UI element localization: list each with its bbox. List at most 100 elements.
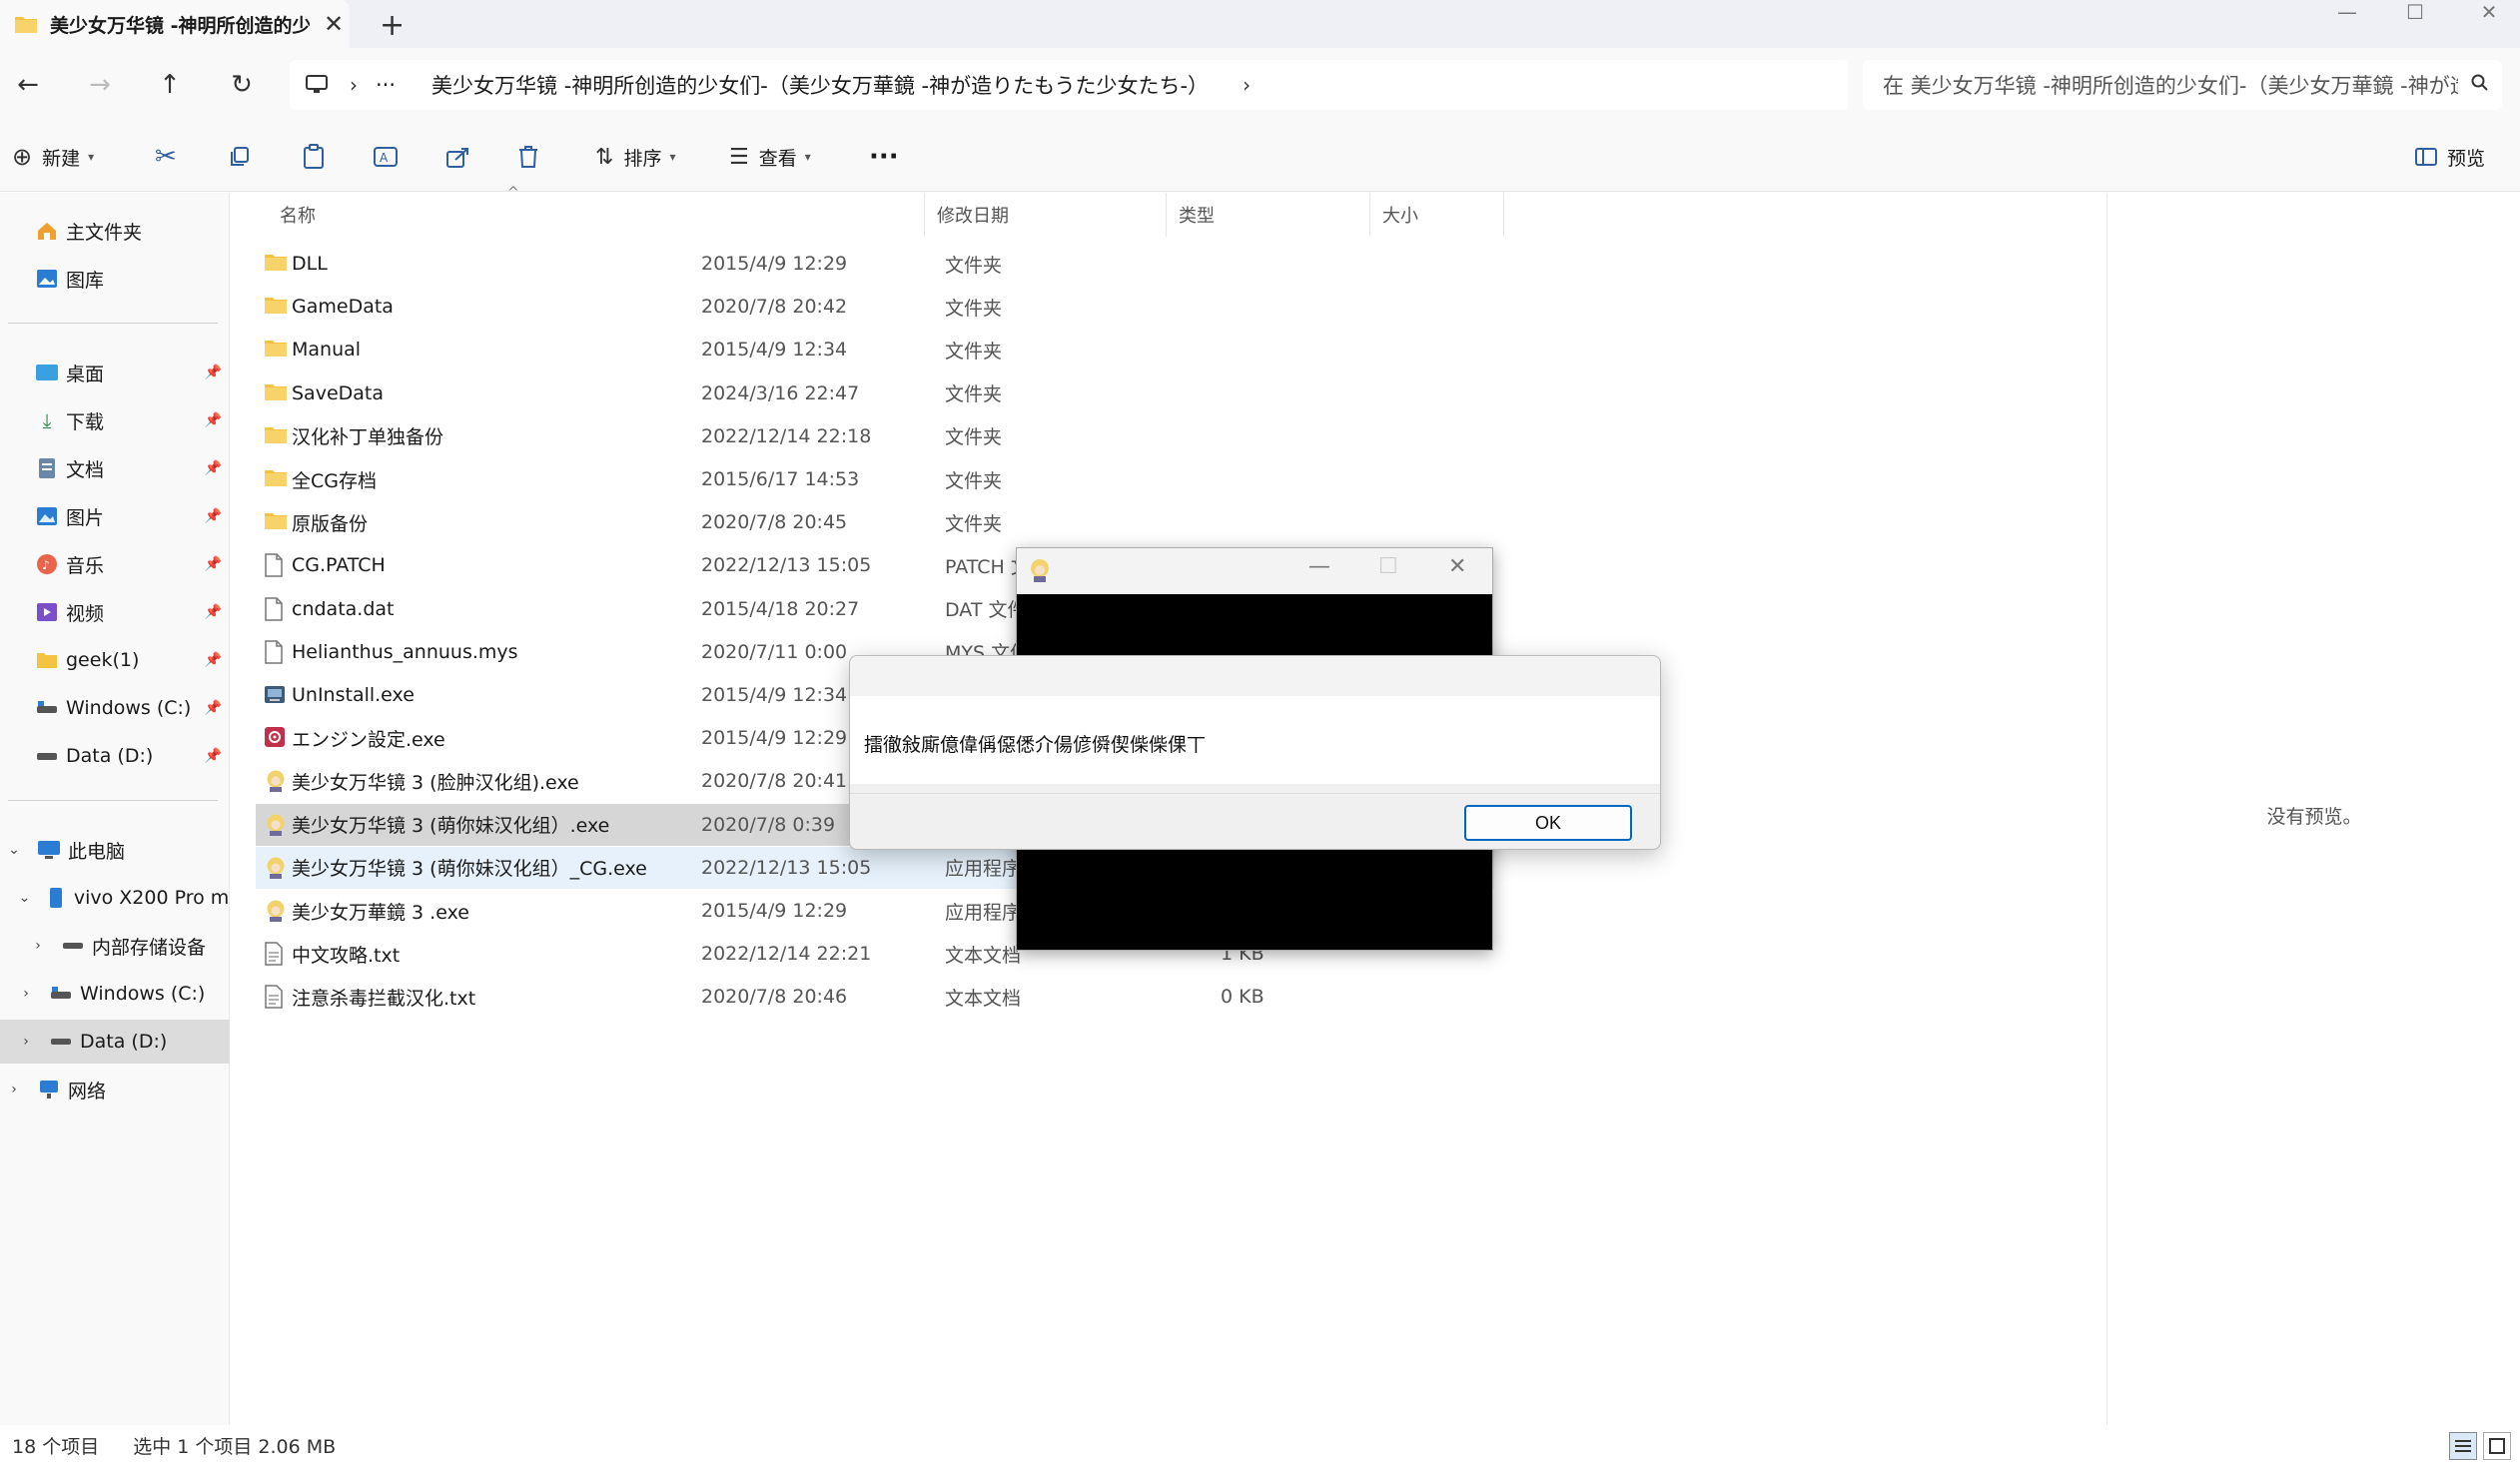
file-date: 2020/7/8 20:45 [701, 511, 848, 534]
file-date: 2022/12/14 22:21 [701, 943, 872, 966]
close-window-button[interactable]: ✕ [2469, 0, 2509, 30]
paste-button[interactable] [302, 140, 326, 174]
pin-icon[interactable]: 📌 [205, 508, 222, 524]
sidebar-item-videos[interactable]: 视频 📌 [0, 590, 230, 634]
sidebar-item-label: Data (D:) [80, 1031, 168, 1053]
ok-button[interactable]: OK [1464, 805, 1632, 841]
music-icon: ♪ [34, 553, 60, 575]
refresh-icon[interactable]: ↻ [222, 65, 262, 105]
delete-button[interactable] [517, 140, 539, 174]
file-name: CG.PATCH [292, 554, 386, 577]
new-tab-button[interactable]: + [380, 8, 405, 43]
file-row[interactable]: 汉化补丁单独备份 2022/12/14 22:18 文件夹 [256, 415, 1494, 457]
details-view-icon[interactable] [2449, 1432, 2477, 1460]
chevron-right-icon[interactable]: › [2, 1082, 26, 1098]
search-box[interactable]: 在 美少女万华镜 -神明所创造的少女们-（美少女万華鏡 -神が造 [1863, 60, 2502, 110]
column-date-label: 修改日期 [937, 206, 1009, 227]
sidebar-item-windows-c[interactable]: Windows (C:) 📌 [0, 686, 230, 730]
sidebar-item-gallery[interactable]: 图库 [0, 257, 230, 301]
pin-icon[interactable]: 📌 [205, 604, 222, 620]
forward-arrow-icon[interactable]: → [80, 65, 120, 105]
column-header-name[interactable]: 名称 ^ [268, 185, 925, 237]
column-size-label: 大小 [1382, 206, 1418, 227]
minimize-icon[interactable]: — [1308, 554, 1330, 579]
pin-icon[interactable]: 📌 [205, 365, 222, 380]
breadcrumb-current[interactable]: 美少女万华镜 -神明所创造的少女们-（美少女万華鏡 -神が造りたもうた少女たち-… [431, 70, 1209, 100]
sidebar-item-network[interactable]: › 网络 [0, 1068, 230, 1111]
sidebar-item-label: 图片 [66, 506, 105, 529]
sidebar-item-desktop[interactable]: 桌面 📌 [0, 351, 230, 394]
uninstall-icon [264, 683, 288, 707]
up-arrow-icon[interactable]: ↑ [150, 65, 190, 105]
sidebar-item-label: vivo X200 Pro mini [73, 887, 230, 909]
dialog-titlebar[interactable] [850, 656, 1660, 696]
file-row[interactable]: SaveData 2024/3/16 22:47 文件夹 [256, 372, 1494, 414]
pin-icon[interactable]: 📌 [205, 652, 222, 668]
breadcrumb-overflow[interactable]: ··· [376, 73, 396, 97]
more-options-button[interactable]: ··· [869, 140, 899, 174]
column-type-label: 类型 [1179, 206, 1215, 227]
chevron-down-icon[interactable]: ⌄ [2, 842, 26, 858]
chevron-down-icon[interactable]: ⌄ [14, 890, 35, 906]
file-row[interactable]: 原版备份 2020/7/8 20:45 文件夹 [256, 501, 1494, 543]
command-bar: ⊕ 新建 ▾ ✂ A ⇅ 排序 ▾ ☰ 查看 ▾ ··· 预览 [0, 122, 2520, 192]
desktop-icon [34, 362, 60, 383]
maximize-icon[interactable]: ☐ [1378, 554, 1398, 579]
preview-toggle-button[interactable]: 预览 [2415, 140, 2485, 174]
maximize-button[interactable]: ☐ [2395, 0, 2435, 30]
pin-icon[interactable]: 📌 [205, 556, 222, 572]
view-button[interactable]: ☰ 查看 ▾ [729, 140, 811, 174]
sidebar-item-geek[interactable]: geek(1) 📌 [0, 638, 230, 682]
tiles-view-icon[interactable] [2483, 1432, 2511, 1460]
sidebar-item-pc-data-d[interactable]: › Data (D:) [0, 1020, 230, 1064]
address-bar[interactable]: › ··· 美少女万华镜 -神明所创造的少女们-（美少女万華鏡 -神が造りたもう… [290, 60, 1848, 110]
close-icon[interactable]: ✕ [1448, 554, 1466, 579]
sidebar-item-data-d[interactable]: Data (D:) 📌 [0, 734, 230, 778]
sort-button[interactable]: ⇅ 排序 ▾ [595, 140, 675, 174]
pin-icon[interactable]: 📌 [205, 460, 222, 476]
sidebar-item-pictures[interactable]: 图片 📌 [0, 494, 230, 538]
chevron-right-icon[interactable]: › [1243, 73, 1251, 97]
folder-icon [264, 381, 288, 405]
chevron-right-icon[interactable]: › [14, 986, 38, 1002]
sidebar-item-this-pc[interactable]: ⌄ 此电脑 [0, 828, 230, 872]
pin-icon[interactable]: 📌 [205, 700, 222, 716]
column-header-type[interactable]: 类型 [1167, 193, 1370, 237]
file-date: 2015/4/9 12:29 [701, 253, 848, 275]
tab-current[interactable]: 美少女万华镜 -神明所创造的少 ✕ [0, 0, 350, 48]
column-header-size[interactable]: 大小 [1370, 193, 1504, 237]
file-name: DLL [292, 253, 328, 275]
file-row[interactable]: 全CG存档 2015/6/17 14:53 文件夹 [256, 458, 1494, 500]
file-name: 美少女万华镜 3 (萌你妹汉化组）.exe [292, 815, 610, 838]
view-list-icon: ☰ [729, 144, 749, 170]
minimize-button[interactable]: — [2327, 0, 2367, 30]
chevron-right-icon[interactable]: › [14, 1034, 38, 1050]
game-window-titlebar[interactable]: — ☐ ✕ [1017, 548, 1492, 594]
file-row[interactable]: DLL 2015/4/9 12:29 文件夹 [256, 243, 1494, 285]
cut-button[interactable]: ✂ [155, 140, 177, 174]
sidebar-item-documents[interactable]: 文档 📌 [0, 446, 230, 490]
sidebar-item-pc-windows-c[interactable]: › Windows (C:) [0, 972, 230, 1016]
sidebar-item-music[interactable]: ♪ 音乐 📌 [0, 542, 230, 586]
tab-close-icon[interactable]: ✕ [324, 10, 344, 38]
sidebar-item-downloads[interactable]: ⤓ 下载 📌 [0, 398, 230, 442]
column-header-date[interactable]: 修改日期 [925, 193, 1167, 237]
search-input[interactable]: 在 美少女万华镜 -神明所创造的少女们-（美少女万華鏡 -神が造 [1883, 70, 2458, 100]
search-icon[interactable] [2458, 73, 2502, 97]
share-button[interactable] [445, 140, 471, 174]
chevron-right-icon[interactable]: › [26, 938, 50, 954]
file-row[interactable]: 注意杀毒拦截汉化.txt 2020/7/8 20:46 文本文档 0 KB [256, 976, 1494, 1018]
copy-button[interactable] [228, 140, 252, 174]
sidebar-item-home[interactable]: 主文件夹 [0, 209, 230, 253]
new-button[interactable]: ⊕ 新建 ▾ [12, 140, 94, 174]
sidebar-item-internal-storage[interactable]: › 内部存储设备 [0, 924, 230, 968]
file-row[interactable]: GameData 2020/7/8 20:42 文件夹 [256, 286, 1494, 328]
file-date: 2024/3/16 22:47 [701, 381, 860, 404]
preview-label: 预览 [2447, 147, 2486, 170]
file-row[interactable]: Manual 2015/4/9 12:34 文件夹 [256, 329, 1494, 370]
back-arrow-icon[interactable]: ← [8, 65, 48, 105]
pin-icon[interactable]: 📌 [205, 412, 222, 428]
rename-button[interactable]: A [373, 140, 399, 174]
pin-icon[interactable]: 📌 [205, 748, 222, 764]
sidebar-item-phone[interactable]: ⌄ vivo X200 Pro mini [0, 876, 230, 920]
